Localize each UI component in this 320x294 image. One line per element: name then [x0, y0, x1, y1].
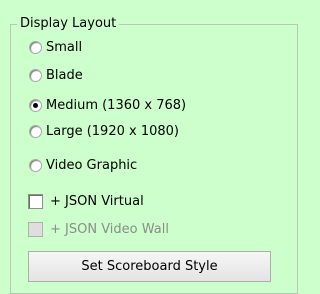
- checkbox-label-json-virtual: + JSON Virtual: [50, 193, 144, 209]
- radio-dot-icon: [33, 102, 38, 108]
- radio-button-icon[interactable]: [29, 68, 42, 82]
- radio-button-icon[interactable]: [29, 124, 42, 138]
- display-layout-title: Display Layout: [17, 15, 120, 32]
- radio-button-icon[interactable]: [29, 40, 42, 54]
- radio-label-medium: Medium (1360 x 768): [46, 97, 187, 113]
- checkbox-json-virtual[interactable]: + JSON Virtual: [28, 192, 144, 210]
- set-scoreboard-style-button[interactable]: Set Scoreboard Style: [28, 251, 271, 282]
- checkbox-disabled-icon: [28, 221, 43, 237]
- radio-option-small[interactable]: Small: [29, 38, 82, 56]
- radio-button-selected-icon[interactable]: [29, 98, 42, 112]
- radio-label-small: Small: [46, 39, 83, 55]
- radio-label-large: Large (1920 x 1080): [46, 123, 179, 139]
- checkbox-json-video-wall: + JSON Video Wall: [28, 220, 169, 238]
- checkbox-icon[interactable]: [28, 193, 43, 209]
- radio-option-blade[interactable]: Blade: [29, 66, 83, 84]
- radio-option-video-graphic[interactable]: Video Graphic: [29, 156, 137, 174]
- radio-label-blade: Blade: [46, 67, 83, 83]
- radio-label-video-graphic: Video Graphic: [46, 157, 138, 173]
- radio-button-icon[interactable]: [29, 158, 42, 172]
- checkbox-label-json-video-wall: + JSON Video Wall: [50, 221, 169, 237]
- radio-option-medium[interactable]: Medium (1360 x 768): [29, 96, 186, 114]
- radio-option-large[interactable]: Large (1920 x 1080): [29, 122, 179, 140]
